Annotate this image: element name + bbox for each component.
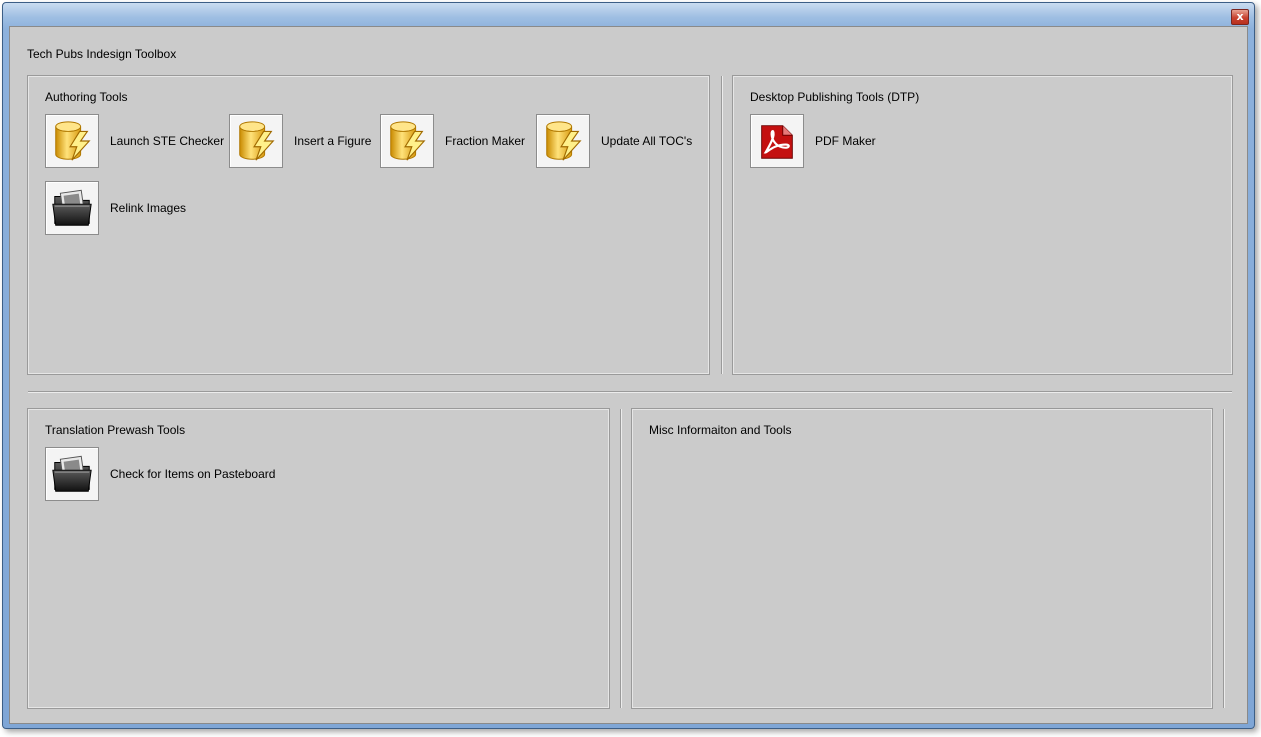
lightning-database-icon[interactable] — [229, 114, 283, 168]
image-folder-icon[interactable] — [45, 181, 99, 235]
tool-relink-images[interactable]: Relink Images — [45, 180, 186, 236]
lightning-database-icon[interactable] — [536, 114, 590, 168]
pdf-document-icon[interactable] — [750, 114, 804, 168]
group-misc-tools: Misc Informaiton and Tools — [631, 408, 1213, 709]
lightning-database-icon[interactable] — [45, 114, 99, 168]
vertical-separator — [1223, 409, 1225, 708]
window-client-area: Tech Pubs Indesign Toolbox Authoring Too… — [9, 26, 1248, 724]
vertical-separator — [620, 409, 622, 708]
tool-insert-a-figure[interactable]: Insert a Figure — [229, 113, 371, 169]
group-title: Translation Prewash Tools — [45, 423, 186, 437]
group-authoring-tools: Authoring Tools Launch STE Checker Inser… — [27, 75, 710, 375]
group-dtp-tools: Desktop Publishing Tools (DTP) PDF Maker — [732, 75, 1233, 375]
lightning-database-icon[interactable] — [380, 114, 434, 168]
tool-update-all-tocs[interactable]: Update All TOC's — [536, 113, 692, 169]
tool-label: Relink Images — [110, 201, 187, 215]
toolbox-window: x Tech Pubs Indesign Toolbox Authoring T… — [2, 2, 1255, 729]
group-title: Desktop Publishing Tools (DTP) — [750, 90, 920, 104]
tool-label: Update All TOC's — [601, 134, 693, 148]
close-button[interactable]: x — [1231, 9, 1249, 25]
image-folder-icon[interactable] — [45, 447, 99, 501]
tool-label: Check for Items on Pasteboard — [110, 467, 276, 481]
group-title: Authoring Tools — [45, 90, 128, 104]
tool-label: Launch STE Checker — [110, 134, 225, 148]
tool-check-pasteboard[interactable]: Check for Items on Pasteboard — [45, 446, 275, 502]
tool-label: Insert a Figure — [294, 134, 372, 148]
horizontal-separator — [28, 391, 1232, 393]
tool-fraction-maker[interactable]: Fraction Maker — [380, 113, 525, 169]
tool-label: PDF Maker — [815, 134, 876, 148]
window-title: Tech Pubs Indesign Toolbox — [27, 47, 177, 61]
tool-pdf-maker[interactable]: PDF Maker — [750, 113, 876, 169]
tool-launch-ste-checker[interactable]: Launch STE Checker — [45, 113, 224, 169]
group-translation-tools: Translation Prewash Tools Check for Item… — [27, 408, 610, 709]
vertical-separator — [721, 76, 723, 374]
group-title: Misc Informaiton and Tools — [649, 423, 792, 437]
tool-label: Fraction Maker — [445, 134, 526, 148]
